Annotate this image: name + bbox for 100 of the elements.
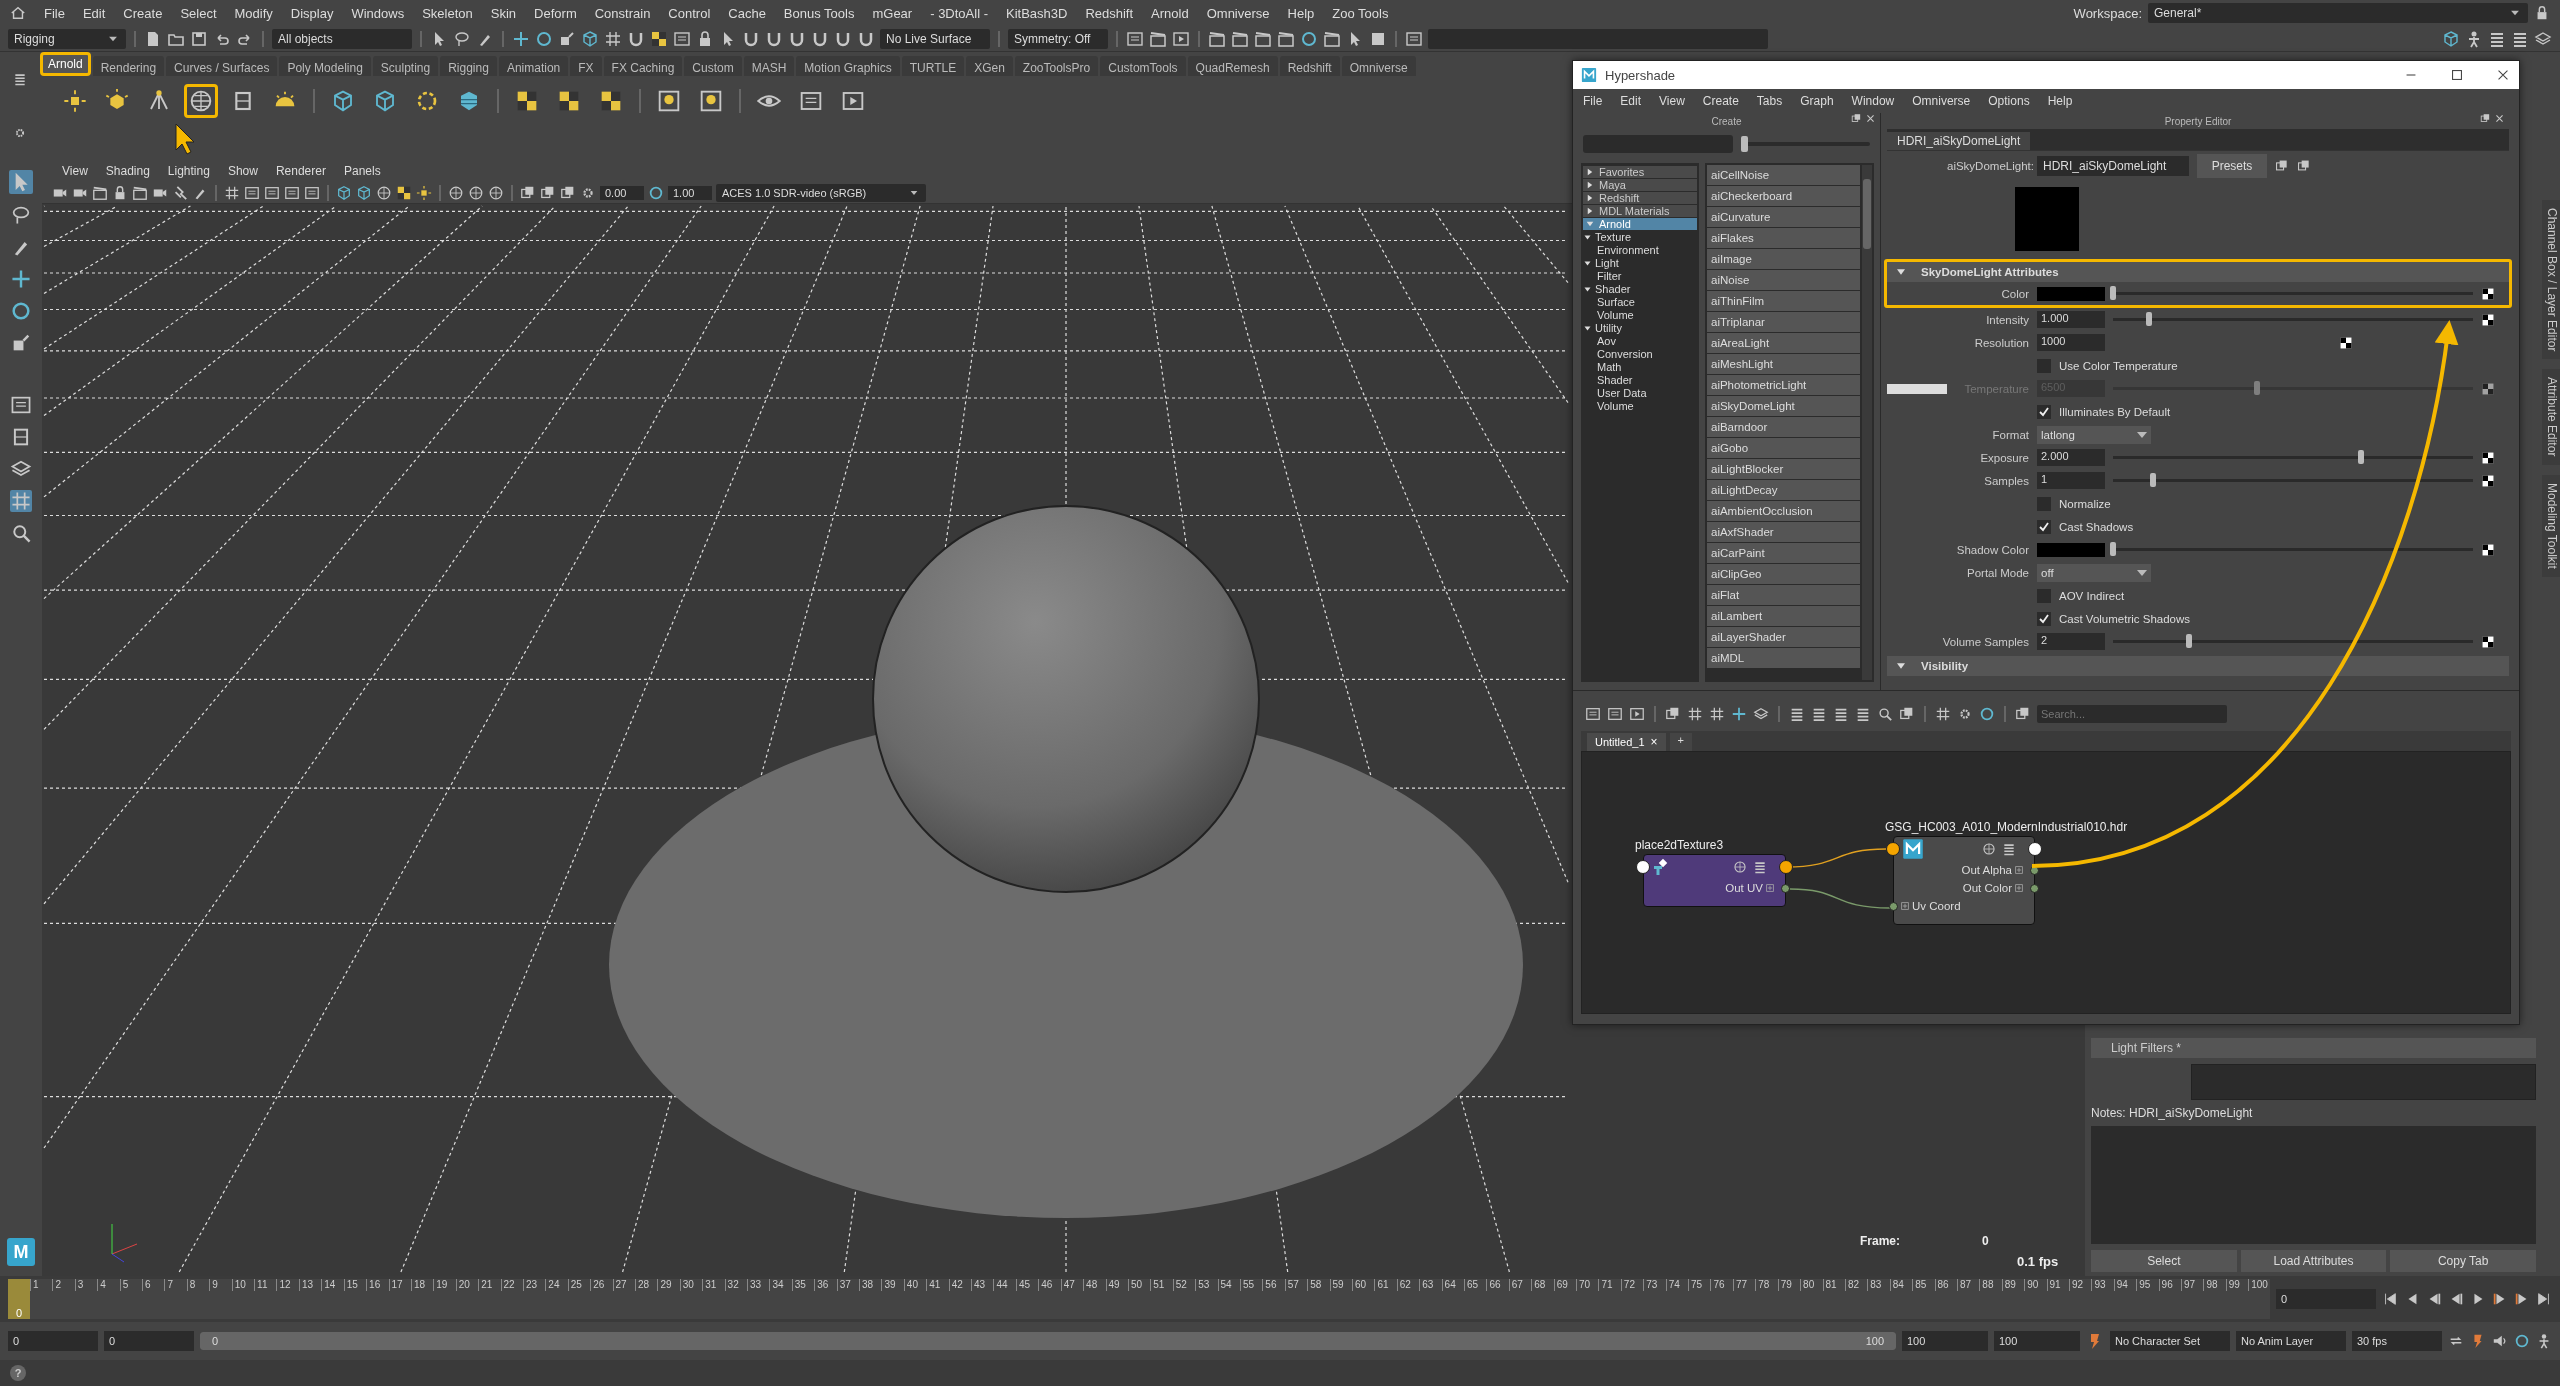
checker-icon[interactable] <box>650 29 668 48</box>
section-header[interactable]: Light Filters * <box>2091 1038 2536 1058</box>
grid-icon[interactable] <box>1709 706 1725 722</box>
shader-node[interactable]: Out Alpha Out Color Uv Coord <box>1893 836 2035 925</box>
scrollbar[interactable] <box>1862 165 1872 680</box>
color-swatch[interactable] <box>2037 542 2105 557</box>
color-space-dropdown[interactable]: ACES 1.0 SDR-video (sRGB) <box>716 183 926 202</box>
clapper-icon[interactable] <box>1231 29 1249 48</box>
value-field[interactable]: 1.000 <box>2037 311 2105 328</box>
float-icon[interactable] <box>1665 706 1681 722</box>
float-icon[interactable] <box>2480 113 2491 124</box>
lasso-icon[interactable] <box>453 29 471 48</box>
list-icon[interactable] <box>1789 706 1805 722</box>
slider-thumb[interactable] <box>2358 450 2365 464</box>
tree-item[interactable]: Utility <box>1583 322 1697 335</box>
tree-item[interactable]: User Data <box>1583 387 1697 400</box>
grid-icon[interactable] <box>10 490 32 512</box>
anim-layer-dropdown[interactable]: No Anim Layer <box>2236 1331 2346 1351</box>
current-frame-field[interactable]: 0 <box>2276 1289 2376 1309</box>
node-list-item[interactable]: aiThinFilm <box>1707 291 1860 311</box>
window-icon[interactable] <box>304 184 320 201</box>
menu-item[interactable]: Renderer <box>275 164 326 178</box>
slider-thumb[interactable] <box>1741 136 1748 152</box>
dropdown[interactable]: off <box>2037 563 2151 582</box>
slider-thumb[interactable] <box>2185 634 2192 648</box>
window-icon[interactable] <box>264 184 280 201</box>
node-list-item[interactable]: aiTriplanar <box>1707 312 1860 332</box>
home-icon[interactable] <box>10 5 26 21</box>
ring-icon[interactable] <box>2514 1333 2530 1349</box>
shelf-tab[interactable]: Motion Graphics <box>796 56 900 76</box>
ring-icon[interactable] <box>1300 29 1318 48</box>
menu-item[interactable]: Help <box>2047 94 2073 108</box>
menu-item[interactable]: Window <box>1851 94 1895 108</box>
menu-item[interactable]: Edit <box>1620 94 1642 108</box>
gamma-field[interactable]: 1.00 <box>668 185 712 200</box>
sphere-icon[interactable] <box>1982 842 1996 856</box>
ring-icon[interactable] <box>648 184 664 201</box>
category-item[interactable]: Maya <box>1583 179 1697 191</box>
menu-item[interactable]: Bonus Tools <box>783 5 855 21</box>
node-list-item[interactable]: aiMDL <box>1707 648 1860 668</box>
category-item[interactable]: Favorites <box>1583 166 1697 178</box>
sphere-icon[interactable] <box>468 184 484 201</box>
clapper-icon[interactable] <box>1254 29 1272 48</box>
node-list-item[interactable]: aiAmbientOcclusion <box>1707 501 1860 521</box>
menu-item[interactable]: View <box>62 164 88 178</box>
ring-icon[interactable] <box>535 29 553 48</box>
attribute-port[interactable] <box>1781 884 1790 893</box>
menu-item[interactable]: Arnold <box>1151 5 1189 21</box>
shelf-tab[interactable]: Rigging <box>440 56 497 76</box>
shelf-tab[interactable]: Arnold <box>40 52 91 76</box>
menu-item[interactable]: Create <box>123 5 163 21</box>
time-slider[interactable] <box>8 1279 2270 1319</box>
node-graph[interactable]: place2dTexture3 Out UV GSG_HC003_A010_ModernIndustrial010.hdr Out Alpha Out Color Uv Coord <box>1581 751 2511 1014</box>
list-icon[interactable] <box>1753 860 1767 874</box>
shelf-tab[interactable]: Curves / Surfaces <box>166 56 278 76</box>
sun-icon[interactable] <box>416 184 432 201</box>
clapper-icon[interactable] <box>1208 29 1226 48</box>
node-list-item[interactable]: aiCellNoise <box>1707 165 1860 185</box>
node-list-item[interactable]: aiAreaLight <box>1707 333 1860 353</box>
side-tab[interactable]: Channel Box / Layer Editor <box>2542 200 2560 360</box>
clapper-icon[interactable] <box>1149 29 1167 48</box>
menu-item[interactable]: Redshift <box>1085 5 1134 21</box>
scale-icon[interactable] <box>558 29 576 48</box>
shelf-tab[interactable]: FX Caching <box>603 56 683 76</box>
slider-thumb[interactable] <box>2254 381 2260 395</box>
menu-item[interactable]: Omniverse <box>1206 5 1270 21</box>
value-field[interactable]: 2.000 <box>2037 449 2105 466</box>
clapper-icon[interactable] <box>1277 29 1295 48</box>
node-list-item[interactable]: aiFlakes <box>1707 228 1860 248</box>
shelf-tab[interactable]: Animation <box>498 56 569 76</box>
workspace-dropdown[interactable]: General* <box>2148 3 2528 23</box>
menu-item[interactable]: Deform <box>534 5 577 21</box>
editor-button[interactable]: Load Attributes <box>2240 1250 2387 1272</box>
category-item[interactable]: MDL Materials <box>1583 205 1697 217</box>
settings-icon[interactable] <box>13 126 27 140</box>
tree-item[interactable]: Volume <box>1583 400 1697 413</box>
checker-icon[interactable] <box>2339 335 2353 350</box>
end-field[interactable]: 100 <box>1994 1331 2080 1351</box>
menu-item[interactable]: Help <box>1287 5 1315 21</box>
float-icon[interactable] <box>1899 706 1915 722</box>
float-icon[interactable] <box>2015 706 2031 722</box>
cube-icon[interactable] <box>336 184 352 201</box>
play-icon[interactable] <box>1172 29 1190 48</box>
input-port[interactable] <box>1636 860 1650 874</box>
close-icon[interactable] <box>1865 113 1876 124</box>
shelf-tab[interactable]: Rendering <box>92 56 165 76</box>
node-list-item[interactable]: aiLayerShader <box>1707 627 1860 647</box>
notes-field[interactable] <box>2091 1126 2536 1244</box>
checkbox[interactable] <box>2037 404 2051 419</box>
live-surface-field[interactable]: No Live Surface <box>880 28 990 49</box>
shelf-tab[interactable]: Omniverse <box>1341 56 1416 76</box>
tree-item[interactable]: Filter <box>1583 270 1697 283</box>
menu-item[interactable]: KitBash3D <box>1006 5 1068 21</box>
list-icon[interactable] <box>2002 842 2016 856</box>
node-list-item[interactable]: aiClipGeo <box>1707 564 1860 584</box>
menu-item[interactable]: Control <box>668 5 711 21</box>
tree-item[interactable]: Surface <box>1583 296 1697 309</box>
menu-set-dropdown[interactable]: Rigging <box>8 28 126 49</box>
menu-item[interactable]: View <box>1659 94 1685 108</box>
menu-item[interactable]: File <box>1583 94 1603 108</box>
